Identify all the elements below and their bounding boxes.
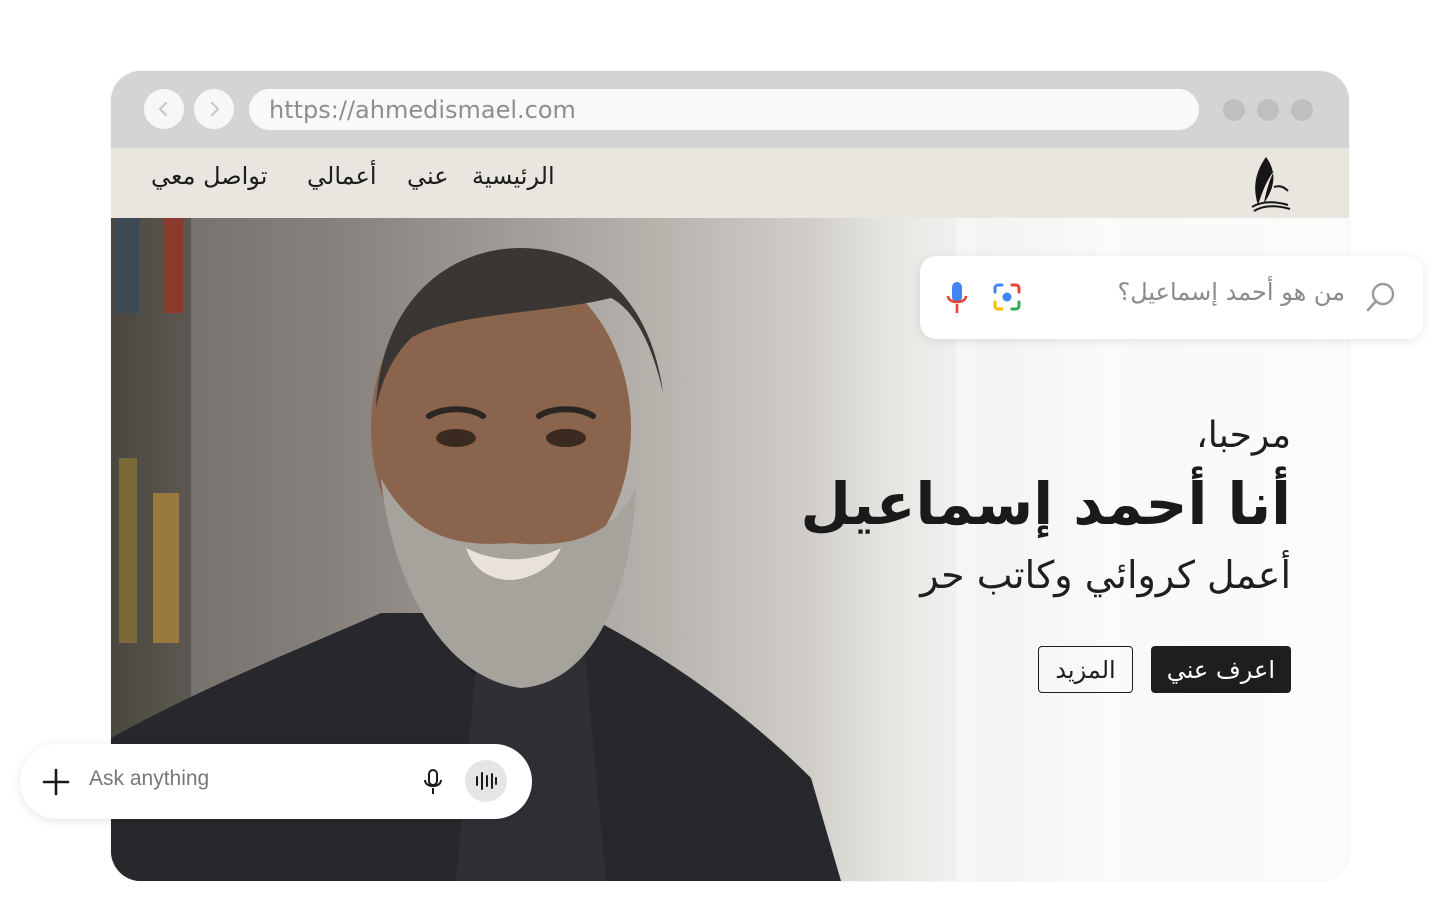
browser-chrome: https://ahmedismael.com xyxy=(111,71,1349,148)
window-dot xyxy=(1291,99,1313,121)
window-dot xyxy=(1223,99,1245,121)
search-query[interactable]: من هو أحمد إسماعيل؟ xyxy=(1118,278,1345,306)
window-dot xyxy=(1257,99,1279,121)
site-navbar: الرئيسية عني أعمالي تواصل معي xyxy=(111,148,1349,218)
ask-input[interactable]: Ask anything xyxy=(89,767,209,791)
nav-item-contact[interactable]: تواصل معي xyxy=(151,162,267,190)
search-widget[interactable]: من هو أحمد إسماعيل؟ xyxy=(920,256,1423,339)
hero-text: مرحبا، أنا أحمد إسماعيل أعمل كروائي وكات… xyxy=(800,413,1291,601)
hero-buttons: اعرف عني المزيد xyxy=(1038,646,1291,693)
hero-name: أنا أحمد إسماعيل xyxy=(800,470,1291,538)
nav-item-works[interactable]: أعمالي xyxy=(307,162,377,190)
url-text: https://ahmedismael.com xyxy=(269,95,576,124)
hero-role: أعمل كروائي وكاتب حر xyxy=(920,553,1291,597)
hero-greeting: مرحبا، xyxy=(1196,415,1291,456)
address-bar[interactable]: https://ahmedismael.com xyxy=(249,89,1199,130)
mic-icon[interactable] xyxy=(944,280,970,316)
search-icon[interactable] xyxy=(1364,280,1398,314)
back-button[interactable] xyxy=(144,89,184,129)
quill-book-icon[interactable] xyxy=(1244,153,1296,213)
about-me-button[interactable]: اعرف عني xyxy=(1150,646,1291,693)
plus-icon[interactable] xyxy=(42,768,70,796)
forward-button[interactable] xyxy=(194,89,234,129)
ask-widget[interactable]: Ask anything xyxy=(20,744,532,819)
voice-wave-icon xyxy=(476,772,497,790)
more-button[interactable]: المزيد xyxy=(1038,646,1133,693)
chevron-left-icon xyxy=(158,101,168,117)
mic-icon[interactable] xyxy=(422,768,444,796)
chevron-right-icon xyxy=(210,101,220,117)
nav-item-home[interactable]: الرئيسية xyxy=(472,162,555,190)
nav-item-about[interactable]: عني xyxy=(407,162,449,190)
voice-mode-button[interactable] xyxy=(465,760,507,802)
lens-icon[interactable] xyxy=(992,282,1022,312)
